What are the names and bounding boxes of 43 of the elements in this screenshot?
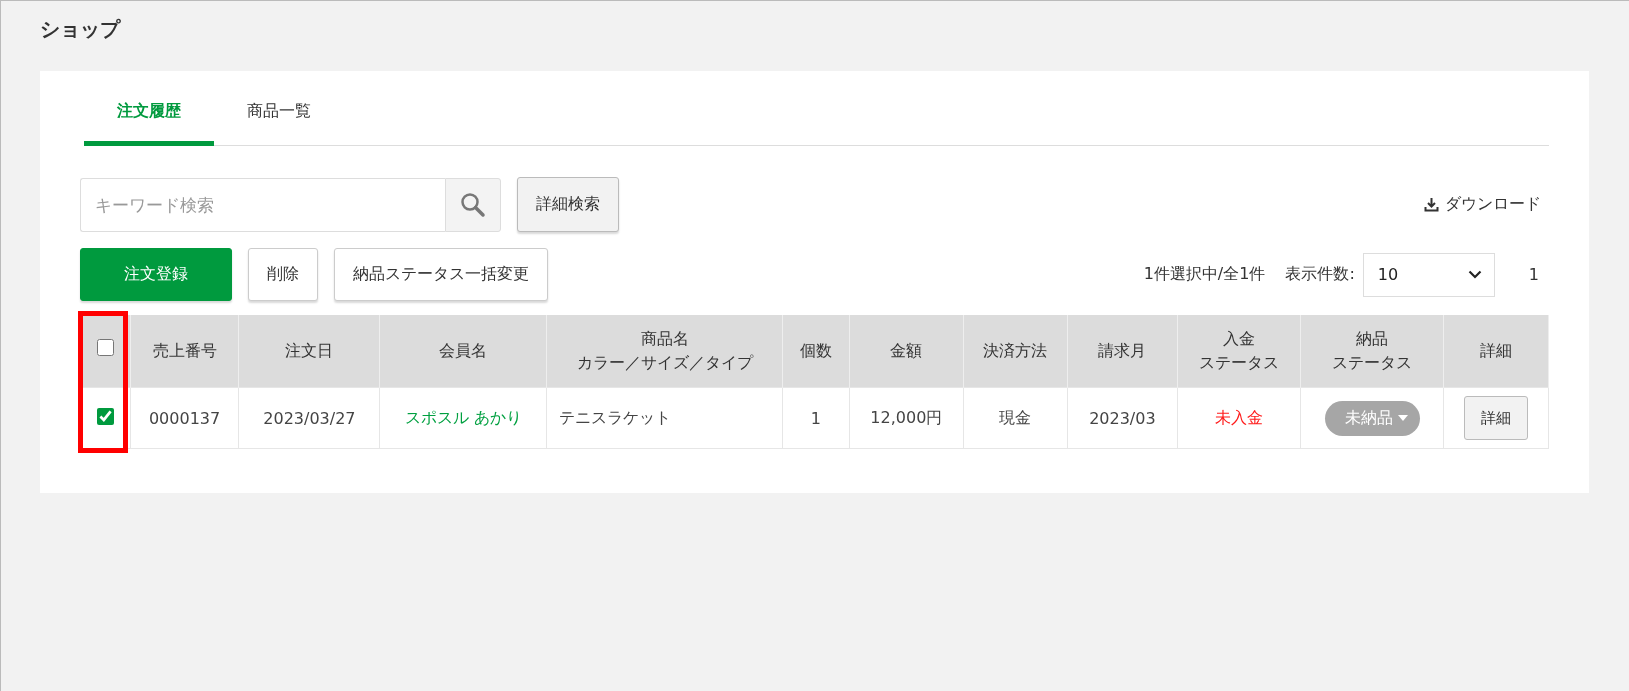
table-cell: 12,000円 [849,387,964,449]
table-cell: 1 [782,387,850,449]
download-link[interactable]: ダウンロード [1424,194,1541,215]
action-button[interactable]: 納品ステータス一括変更 [334,248,548,301]
column-subheader: ステータス [1331,352,1414,374]
search-field[interactable]: キーワード検索 [80,177,445,232]
table-cell: 現金 [963,387,1068,449]
payment-status-cell: 未入金 [1177,387,1301,449]
per-page-select[interactable]: 10 [1362,252,1495,297]
table-cell: テニスラケット [546,387,783,449]
row-checkbox[interactable] [96,407,114,425]
column-header: 商品名 [639,328,690,350]
column-subheader: カラー／サイズ／タイプ [575,352,755,374]
column-header: 注文日 [238,315,380,388]
column-header: 売上番号 [130,315,239,388]
column-header: 金額 [849,315,964,388]
chevron-down-icon [1467,270,1482,279]
column-header: 会員名 [379,315,547,388]
page-title: ショップ [40,16,122,43]
download-icon [1424,197,1439,212]
column-header: 請求月 [1067,315,1178,388]
tab[interactable]: 注文履歴 [84,85,214,146]
tab[interactable]: 商品一覧 [214,85,344,146]
page-number[interactable]: 1 [1528,265,1539,284]
column-header: 詳細 [1443,315,1549,388]
column-header: 個数 [782,315,850,388]
advanced-search-button[interactable]: 詳細検索 [517,177,619,232]
per-page-label: 表示件数: [1285,264,1355,285]
column-header: 入金 [1221,328,1256,350]
action-button[interactable]: 注文登録 [80,248,232,301]
table-cell: 2023/03/27 [238,387,380,449]
selection-summary: 1件選択中/全1件 [1143,264,1266,285]
select-all-checkbox[interactable] [96,339,114,356]
column-header: 納品 [1355,328,1390,350]
search-button[interactable] [445,177,501,232]
column-subheader: ステータス [1197,352,1280,374]
search-icon [460,191,486,218]
detail-button[interactable]: 詳細 [1464,396,1529,440]
caret-icon [1397,415,1408,421]
table-cell: 0000137 [130,387,239,449]
action-button[interactable]: 削除 [248,248,318,301]
table-cell: 2023/03 [1067,387,1178,449]
column-header: 決済方法 [963,315,1068,388]
